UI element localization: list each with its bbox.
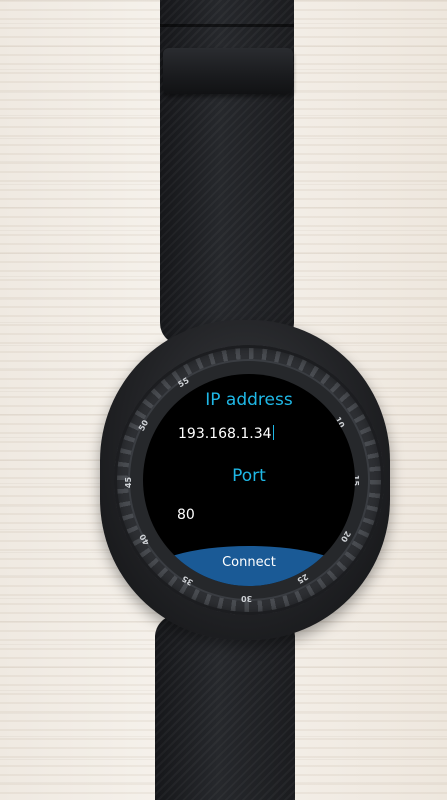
watch-strap-bottom bbox=[155, 615, 295, 800]
ip-address-value: 193.168.1.34 bbox=[178, 426, 272, 442]
connect-button[interactable]: Connect bbox=[143, 546, 355, 586]
strap-keeper bbox=[163, 48, 293, 94]
port-title: Port bbox=[232, 466, 266, 486]
port-input[interactable]: 80 bbox=[177, 507, 195, 523]
watch-screen: IP address 193.168.1.34 Port 80 Connect bbox=[143, 374, 355, 586]
strap-groove bbox=[160, 24, 294, 27]
bezel-label-30: 30 bbox=[241, 594, 253, 603]
bezel-label-45: 45 bbox=[124, 476, 134, 489]
ip-address-input[interactable]: 193.168.1.34 bbox=[178, 425, 274, 442]
ip-address-title: IP address bbox=[205, 390, 293, 410]
text-cursor bbox=[272, 425, 274, 440]
